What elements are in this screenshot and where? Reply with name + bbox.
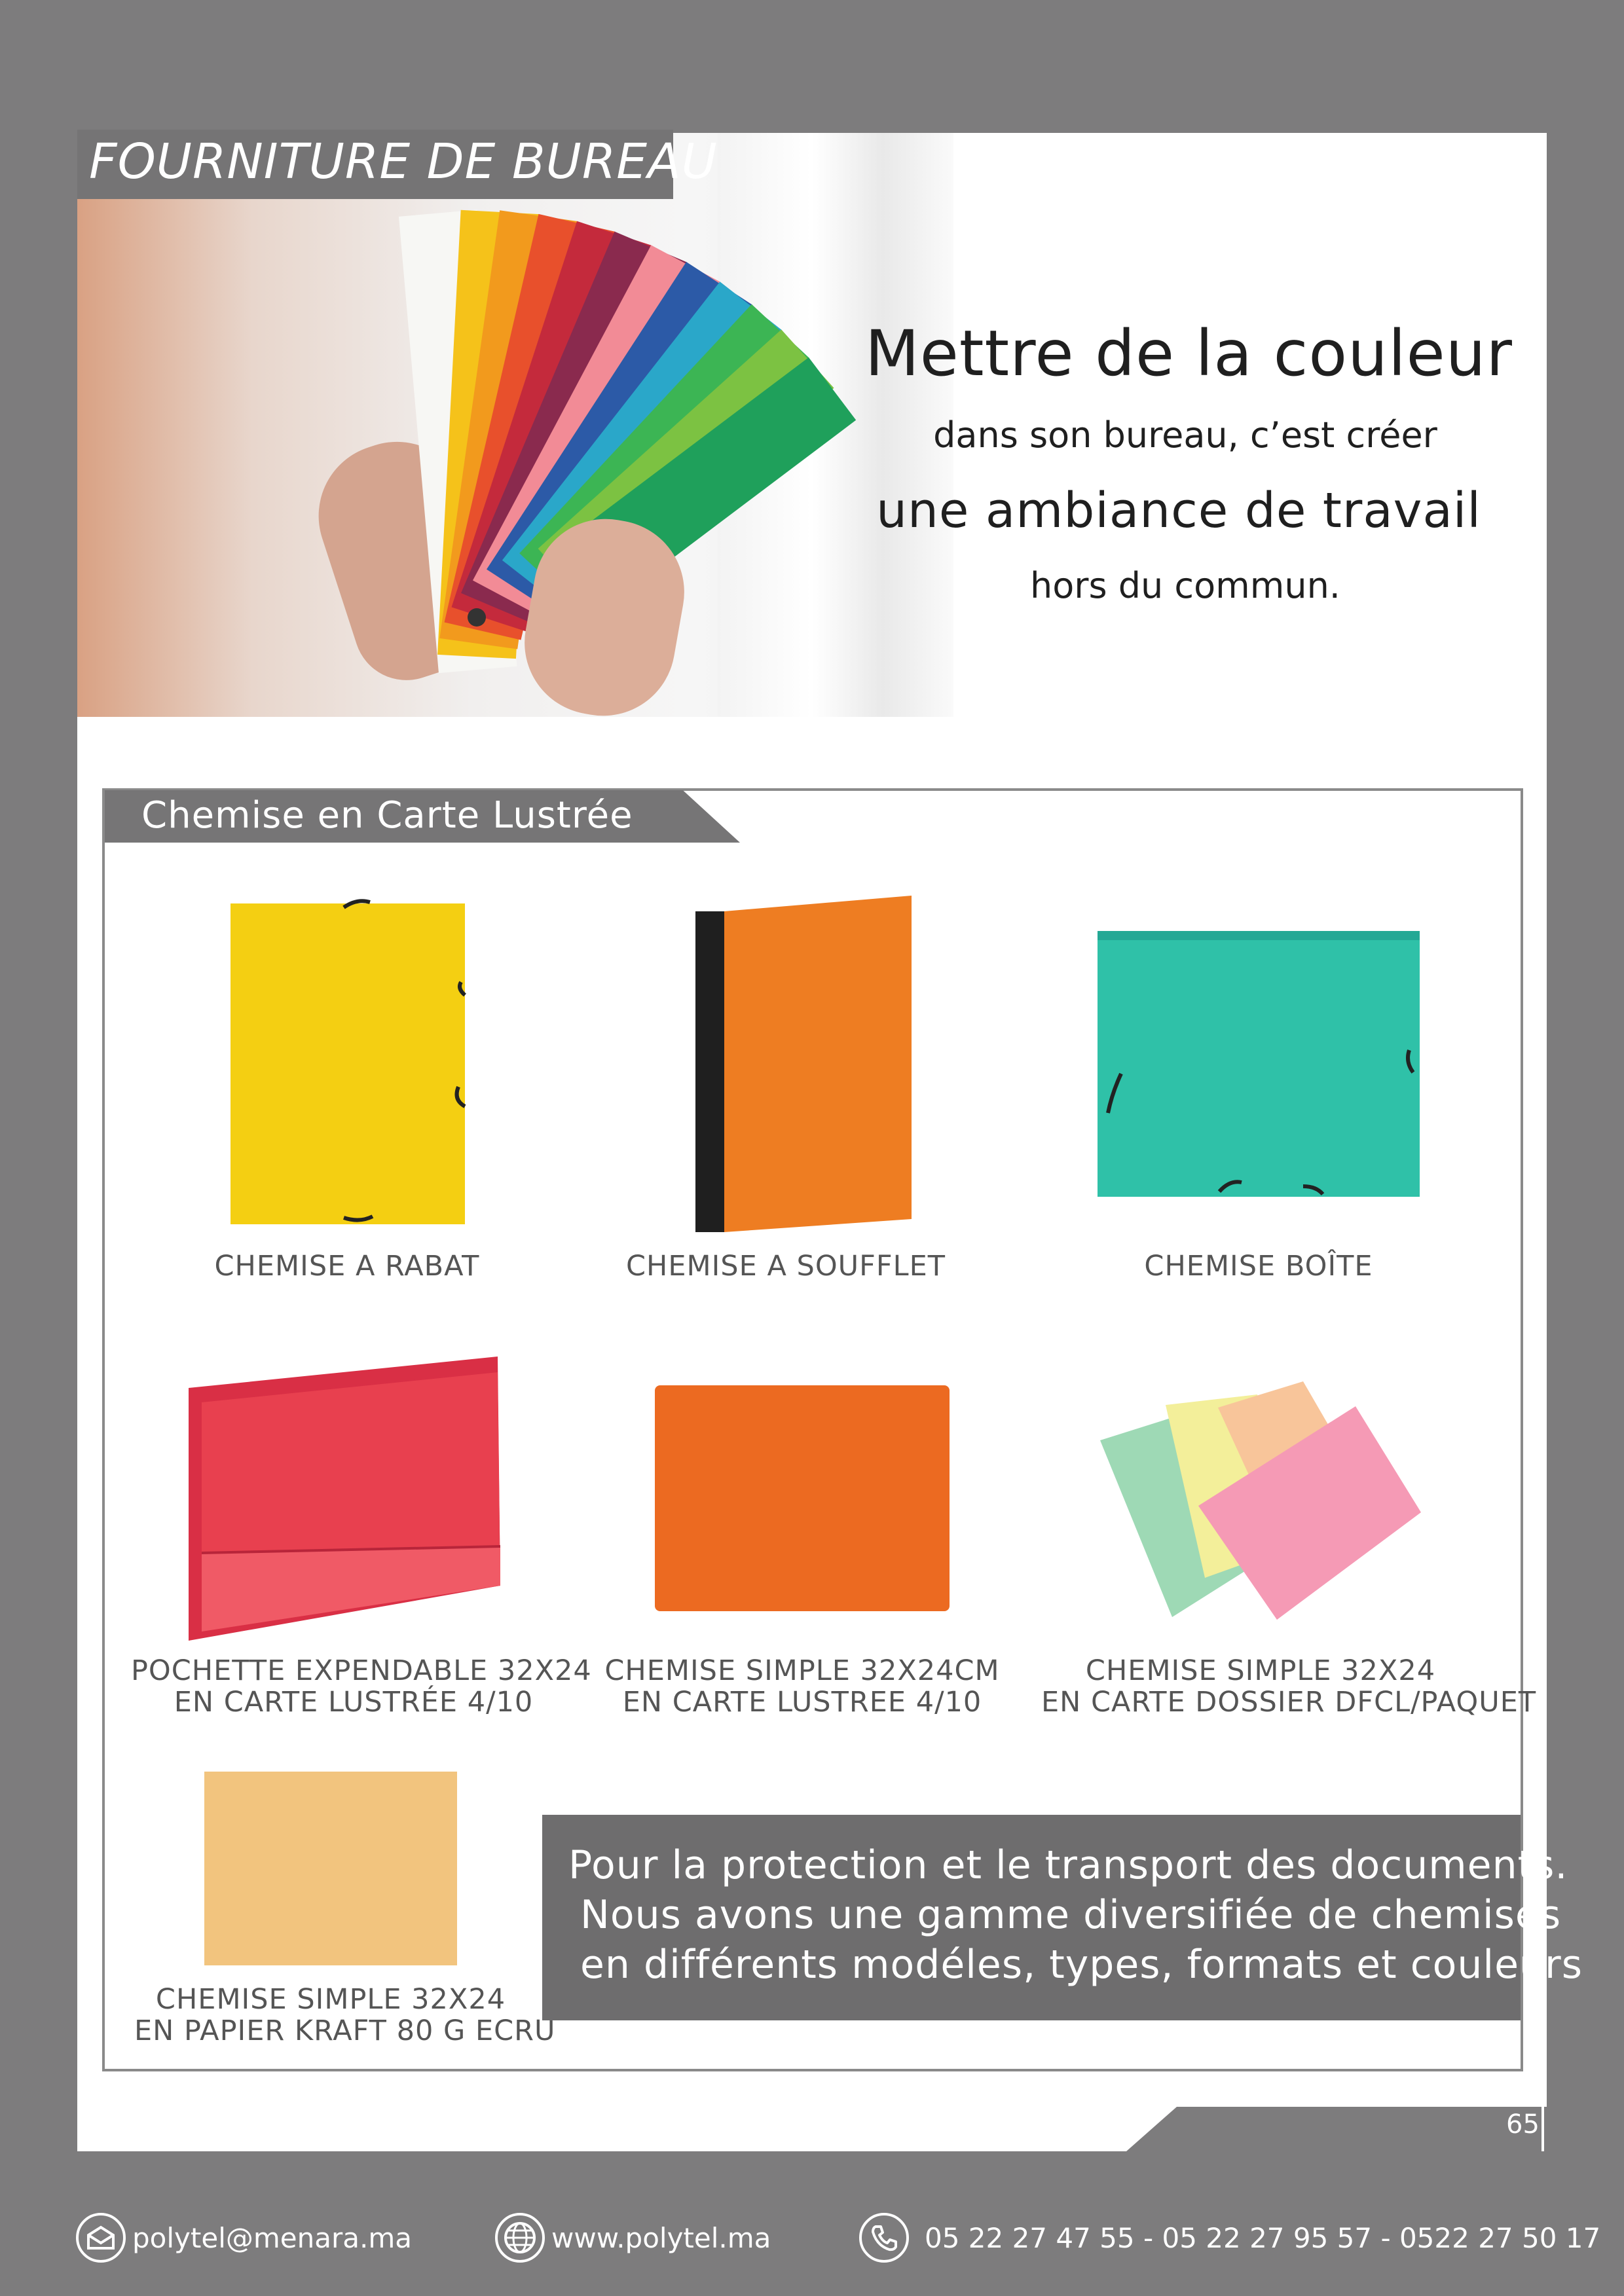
tagline-line-1: Mettre de la couleur xyxy=(864,317,1513,390)
footer-phones-text[interactable]: 05 22 27 47 55 - 05 22 27 95 57 - 0522 2… xyxy=(925,2222,1600,2254)
footer-website[interactable]: www.polytel.ma xyxy=(495,2212,771,2264)
caption-line-2: EN CARTE LUSTREE 4/10 xyxy=(622,1686,982,1719)
pastel-folders-icon xyxy=(1100,1381,1421,1620)
caption-line-1: CHEMISE SIMPLE 32X24CM xyxy=(604,1654,1000,1687)
product-image-chemise-a-rabat xyxy=(223,897,471,1224)
orange-simple-folder-icon xyxy=(655,1385,950,1611)
info-line-2: Nous avons une gamme diversifiée de chem… xyxy=(580,1892,1562,1938)
globe-icon xyxy=(495,2213,545,2263)
footer-phones[interactable]: 05 22 27 47 55 - 05 22 27 95 57 - 0522 2… xyxy=(859,2212,1600,2264)
footer-email-text[interactable]: polytel@menara.ma xyxy=(132,2222,412,2254)
product-image-chemise-simple-dfcl xyxy=(1100,1381,1421,1624)
tagline: Mettre de la couleur dans son bureau, c’… xyxy=(825,308,1532,622)
caption-line-2: EN PAPIER KRAFT 80 G ECRU xyxy=(134,2014,556,2047)
caption-line-1: CHEMISE A RABAT xyxy=(214,1250,480,1283)
mail-icon xyxy=(76,2213,126,2263)
caption-line-2: EN CARTE LUSTRÉE 4/10 xyxy=(174,1686,534,1719)
page-number: 65 xyxy=(1506,2109,1540,2140)
info-line-3: en différents modéles, types, formats et… xyxy=(580,1942,1583,1988)
product-caption: CHEMISE A SOUFFLET xyxy=(596,1250,976,1282)
caption-line-1: POCHETTE EXPENDABLE 32X24 xyxy=(131,1654,592,1687)
product-caption: CHEMISE SIMPLE 32X24 EN CARTE DOSSIER DF… xyxy=(1041,1654,1537,1719)
product-image-chemise-a-soufflet xyxy=(695,892,918,1232)
phone-icon xyxy=(859,2213,909,2263)
footer-website-text[interactable]: www.polytel.ma xyxy=(551,2222,771,2254)
teal-box-folder-icon xyxy=(1098,931,1420,1197)
product-image-chemise-boite xyxy=(1095,924,1422,1199)
product-image-pochette-expendable xyxy=(189,1357,500,1641)
panel-tab: Chemise en Carte Lustrée xyxy=(105,790,740,843)
color-fan-illustration xyxy=(398,210,857,674)
footer-email[interactable]: polytel@menara.ma xyxy=(76,2212,412,2264)
caption-line-1: CHEMISE A SOUFFLET xyxy=(626,1250,946,1283)
product-caption: CHEMISE A RABAT xyxy=(157,1250,537,1282)
product-caption: CHEMISE SIMPLE 32X24 EN PAPIER KRAFT 80 … xyxy=(134,1983,556,2047)
product-caption: CHEMISE SIMPLE 32X24CM EN CARTE LUSTREE … xyxy=(589,1655,1015,1718)
info-box: Pour la protection et le transport des d… xyxy=(542,1815,1582,2020)
yellow-folder-icon xyxy=(231,899,467,1224)
kraft-folder-icon xyxy=(204,1772,457,1965)
tagline-line-3: une ambiance de travail xyxy=(876,483,1481,539)
section-header-label: FOURNITURE DE BUREAU xyxy=(77,130,717,199)
red-wallet-folder-icon xyxy=(189,1357,500,1641)
page-number-bar xyxy=(1126,2107,1547,2151)
tagline-line-4: hors du commun. xyxy=(1030,565,1340,606)
product-image-chemise-simple-lustree xyxy=(655,1385,950,1611)
product-image-chemise-kraft xyxy=(204,1772,457,1965)
tagline-line-2: dans son bureau, c’est créer xyxy=(933,414,1437,456)
info-line-1: Pour la protection et le transport des d… xyxy=(568,1842,1568,1888)
caption-line-1: CHEMISE SIMPLE 32X24 xyxy=(1085,1654,1436,1687)
caption-line-1: CHEMISE BOÎTE xyxy=(1144,1250,1373,1283)
caption-line-2: EN CARTE DOSSIER DFCL/PAQUET xyxy=(1041,1686,1537,1719)
product-caption: POCHETTE EXPENDABLE 32X24 EN CARTE LUSTR… xyxy=(131,1654,592,1719)
caption-line-1: CHEMISE SIMPLE 32X24 xyxy=(155,1983,506,2016)
orange-folder-icon xyxy=(695,896,912,1232)
page-number-divider xyxy=(1541,2103,1544,2151)
header-title: FOURNITURE DE BUREAU xyxy=(89,134,718,190)
product-caption: CHEMISE BOÎTE xyxy=(1069,1250,1449,1282)
hero-image-color-swatches xyxy=(77,133,953,717)
panel-title: Chemise en Carte Lustrée xyxy=(141,794,633,837)
